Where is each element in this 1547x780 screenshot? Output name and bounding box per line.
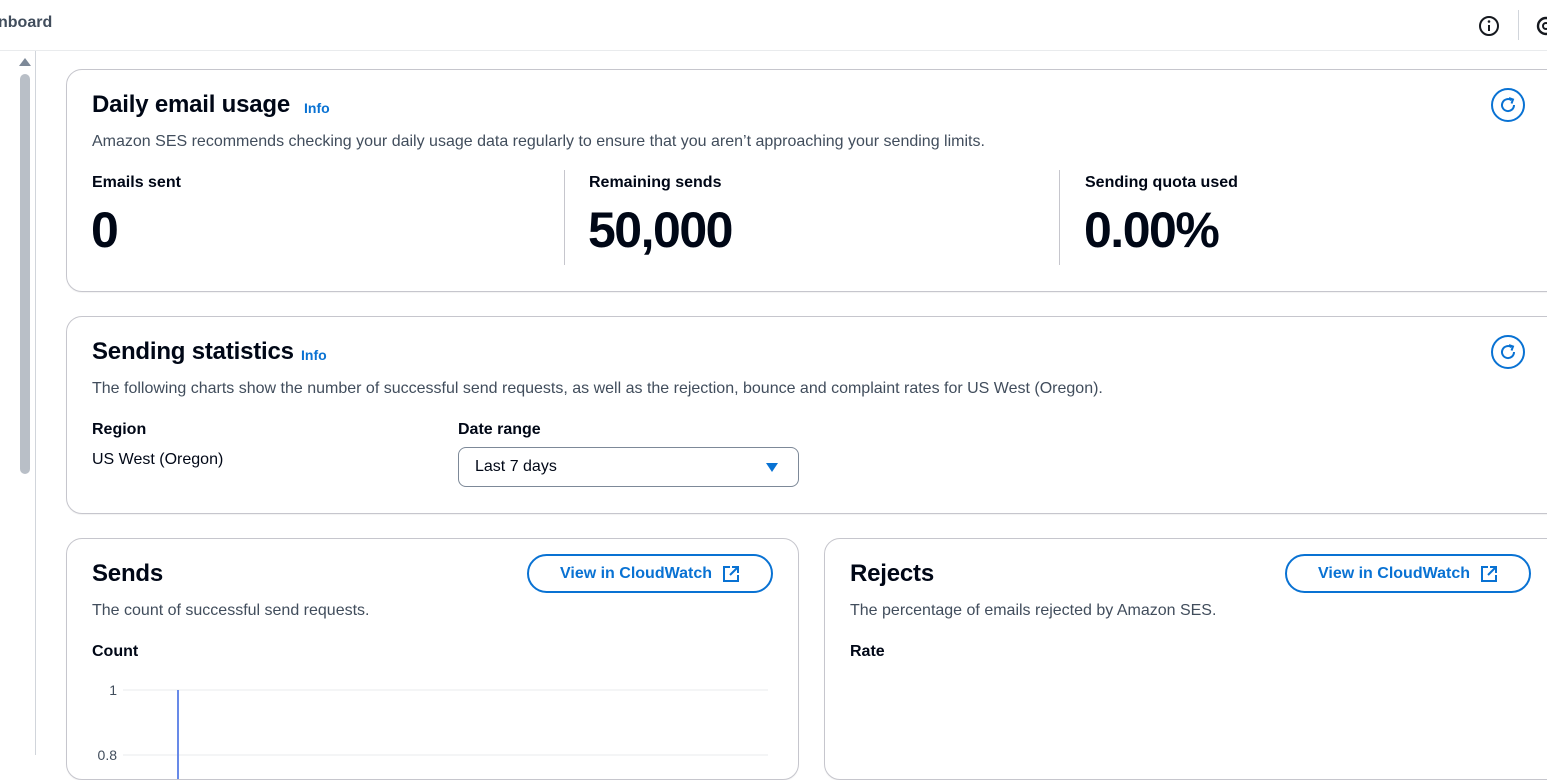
date-range-select[interactable]: Last 7 days: [458, 447, 799, 487]
y-tick-0.8: 0.8: [98, 747, 118, 763]
date-range-label: Date range: [458, 421, 541, 438]
stat-divider: [1059, 170, 1060, 265]
region-value: US West (Oregon): [92, 451, 224, 468]
rejects-axis-label: Rate: [850, 643, 885, 660]
rejects-description: The percentage of emails rejected by Ama…: [850, 602, 1217, 619]
top-bar: nboard: [0, 0, 1547, 51]
scroll-up-arrow-icon[interactable]: [19, 58, 31, 66]
refresh-icon: [1501, 97, 1516, 113]
left-rail: [0, 51, 36, 755]
sends-card: Sends View in CloudWatch The count of su…: [66, 538, 799, 780]
sends-view-in-cloudwatch-label: View in CloudWatch: [559, 564, 712, 582]
remaining-sends-label: Remaining sends: [589, 174, 722, 191]
info-circle-icon[interactable]: [1477, 14, 1501, 38]
toolbar-divider: [1518, 10, 1519, 40]
refresh-icon: [1501, 344, 1516, 360]
emails-sent-label: Emails sent: [92, 174, 181, 191]
rejects-view-in-cloudwatch-button[interactable]: View in CloudWatch: [1285, 554, 1531, 593]
daily-usage-description: Amazon SES recommends checking your dail…: [92, 133, 985, 150]
rejects-view-in-cloudwatch-label: View in CloudWatch: [1317, 564, 1470, 582]
sends-title: Sends: [92, 560, 164, 587]
sending-statistics-info-link[interactable]: Info: [301, 347, 327, 363]
rejects-card: Rejects View in CloudWatch The percentag…: [824, 538, 1547, 780]
remaining-sends-value: 50,000: [588, 202, 733, 258]
daily-usage-title: Daily email usage: [92, 91, 291, 118]
daily-usage-refresh-button[interactable]: [1491, 88, 1525, 122]
scrollbar-thumb[interactable]: [20, 74, 30, 474]
sends-chart: 1 0.8: [98, 682, 768, 779]
sending-statistics-title: Sending statistics: [92, 338, 294, 365]
external-link-icon: [1481, 565, 1497, 582]
emails-sent-value: 0: [91, 202, 119, 258]
daily-usage-info-link[interactable]: Info: [304, 100, 330, 116]
quota-used-label: Sending quota used: [1085, 174, 1238, 191]
sending-statistics-description: The following charts show the number of …: [92, 380, 1103, 397]
daily-usage-card: Daily email usage Info Amazon SES recomm…: [66, 69, 1547, 292]
region-label: Region: [92, 421, 147, 438]
caret-down-icon: [766, 463, 778, 472]
settings-icon[interactable]: [1534, 14, 1547, 38]
sending-statistics-card: Sending statistics Info The following ch…: [66, 316, 1547, 514]
sending-statistics-refresh-button[interactable]: [1491, 335, 1525, 369]
rejects-title: Rejects: [850, 560, 934, 587]
sends-axis-label: Count: [92, 643, 139, 660]
sends-description: The count of successful send requests.: [92, 602, 370, 619]
breadcrumb[interactable]: nboard: [0, 14, 52, 32]
sends-view-in-cloudwatch-button[interactable]: View in CloudWatch: [527, 554, 773, 593]
stat-divider: [564, 170, 565, 265]
external-link-icon: [723, 565, 739, 582]
quota-used-value: 0.00%: [1084, 202, 1220, 258]
date-range-selected-value: Last 7 days: [475, 458, 557, 475]
y-tick-1: 1: [109, 682, 117, 698]
